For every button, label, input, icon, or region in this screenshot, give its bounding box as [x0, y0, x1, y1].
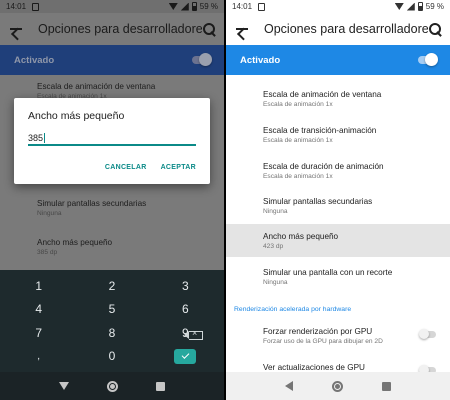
setting-title: Ancho más pequeño [263, 232, 339, 241]
accept-button[interactable]: ACEPTAR [161, 164, 196, 171]
setting-row-animator-duration-scale[interactable]: Escala de duración de animación Escala d… [226, 162, 450, 180]
navigation-bar [0, 372, 224, 400]
screens-container: 14:01 59 % Opciones para desarrolladores… [0, 0, 450, 400]
nav-home-icon[interactable] [107, 380, 118, 392]
master-toggle[interactable] [418, 53, 438, 66]
setting-row-smallest-width[interactable]: Ancho más pequeño 385 dp [0, 238, 224, 256]
toggle-thumb [419, 329, 429, 339]
numeric-keyboard: 1 2 3 4 5 6 7 8 9 , 0 [0, 270, 224, 372]
setting-subtitle: 423 dp [263, 243, 284, 250]
nav-back-icon[interactable] [285, 381, 294, 391]
page-title: Opciones para desarrolladores [264, 22, 428, 36]
nav-hide-keyboard-icon[interactable] [59, 382, 69, 390]
setting-subtitle: Ninguna [37, 210, 62, 217]
master-toggle[interactable] [192, 53, 212, 66]
smallest-width-input[interactable]: 385 [28, 132, 196, 146]
key-8[interactable]: 8 [75, 321, 148, 345]
setting-title: Ancho más pequeño [37, 238, 113, 247]
left-screen: 14:01 59 % Opciones para desarrolladores… [0, 0, 224, 400]
status-bar: 14:01 59 % [226, 0, 450, 13]
gpu-toggle[interactable] [419, 329, 436, 339]
dialog-title: Ancho más pequeño [28, 110, 125, 122]
setting-title: Escala de duración de animación [263, 162, 384, 171]
sd-card-icon [32, 2, 40, 11]
wifi-icon [168, 3, 178, 10]
input-value: 385 [28, 133, 44, 143]
dialog-actions: CANCELAR ACEPTAR [105, 164, 196, 171]
app-bar: Opciones para desarrolladores [0, 13, 224, 45]
setting-row-window-animation-scale[interactable]: Escala de animación de ventana Escala de… [226, 90, 450, 108]
setting-row-force-gpu-rendering[interactable]: Forzar renderización por GPU Forzar uso … [226, 327, 450, 345]
smallest-width-dialog: Ancho más pequeño 385 CANCELAR ACEPTAR [14, 98, 210, 184]
setting-row-simulate-secondary-displays[interactable]: Simular pantallas secundarias Ninguna [226, 197, 450, 215]
setting-subtitle: Escala de animación 1x [263, 101, 333, 108]
nav-recents-icon[interactable] [156, 381, 165, 391]
master-switch-label: Activado [240, 54, 281, 66]
setting-row-transition-animation-scale[interactable]: Escala de transición-animación Escala de… [226, 126, 450, 144]
signal-icon [406, 2, 415, 11]
setting-title: Simular pantallas secundarias [263, 197, 373, 206]
toggle-thumb [425, 53, 438, 66]
battery-icon [417, 2, 423, 11]
developer-options-master-switch[interactable]: Activado [0, 45, 224, 75]
back-arrow-icon[interactable] [234, 21, 250, 37]
setting-row-simulate-secondary-displays[interactable]: Simular pantallas secundarias Ninguna [0, 199, 224, 217]
key-7[interactable]: 7 [2, 321, 75, 345]
cancel-button[interactable]: CANCELAR [105, 164, 147, 171]
sd-card-icon [258, 2, 266, 11]
key-2[interactable]: 2 [75, 274, 148, 298]
battery-icon [191, 2, 197, 11]
status-time: 14:01 [232, 2, 253, 11]
key-comma[interactable]: , [2, 345, 75, 369]
key-6[interactable]: 6 [149, 298, 222, 322]
key-0[interactable]: 0 [75, 345, 148, 369]
developer-options-master-switch[interactable]: Activado [226, 45, 450, 75]
key-5[interactable]: 5 [75, 298, 148, 322]
setting-title: Escala de animación de ventana [263, 90, 382, 99]
toggle-thumb [199, 53, 212, 66]
status-icons: 59 % [168, 2, 218, 11]
wifi-icon [394, 3, 404, 10]
key-4[interactable]: 4 [2, 298, 75, 322]
setting-title: Escala de transición-animación [263, 126, 377, 135]
setting-row-smallest-width[interactable]: Ancho más pequeño 423 dp [226, 232, 450, 250]
backspace-icon[interactable] [184, 328, 203, 340]
setting-subtitle: Ninguna [263, 208, 288, 215]
setting-subtitle: Forzar uso de la GPU para dibujar en 2D [263, 338, 383, 345]
setting-row-simulate-cutout[interactable]: Simular una pantalla con un recorte Ning… [226, 268, 450, 286]
status-icons: 59 % [394, 2, 444, 11]
setting-subtitle: Escala de animación 1x [263, 137, 333, 144]
master-switch-label: Activado [14, 54, 55, 66]
nav-recents-icon[interactable] [381, 381, 391, 391]
back-arrow-icon[interactable] [8, 21, 24, 37]
signal-icon [180, 2, 189, 11]
search-icon[interactable] [428, 22, 442, 36]
setting-title: Simular pantallas secundarias [37, 199, 147, 208]
setting-row-show-gpu-updates[interactable]: Ver actualizaciones de GPU [226, 363, 450, 375]
battery-percent: 59 % [425, 2, 444, 11]
setting-subtitle: Ninguna [263, 279, 288, 286]
setting-title: Simular una pantalla con un recorte [263, 268, 393, 277]
nav-home-icon[interactable] [331, 380, 343, 392]
status-bar: 14:01 59 % [0, 0, 224, 13]
check-icon [174, 348, 197, 364]
app-bar: Opciones para desarrolladores [226, 13, 450, 45]
navigation-bar [226, 372, 450, 400]
key-3[interactable]: 3 [149, 274, 222, 298]
right-screen: 14:01 59 % Opciones para desarrolladores… [226, 0, 450, 400]
page-title: Opciones para desarrolladores [38, 22, 202, 36]
key-1[interactable]: 1 [2, 274, 75, 298]
setting-subtitle: 385 dp [37, 249, 58, 256]
setting-subtitle: Escala de animación 1x [263, 173, 333, 180]
setting-title: Escala de animación de ventana [37, 82, 156, 91]
key-enter[interactable] [149, 345, 222, 369]
status-time: 14:01 [6, 2, 27, 11]
section-header-hardware-rendering: Renderización acelerada por hardware [234, 306, 352, 313]
text-cursor [44, 133, 46, 143]
battery-percent: 59 % [199, 2, 218, 11]
search-icon[interactable] [202, 22, 216, 36]
